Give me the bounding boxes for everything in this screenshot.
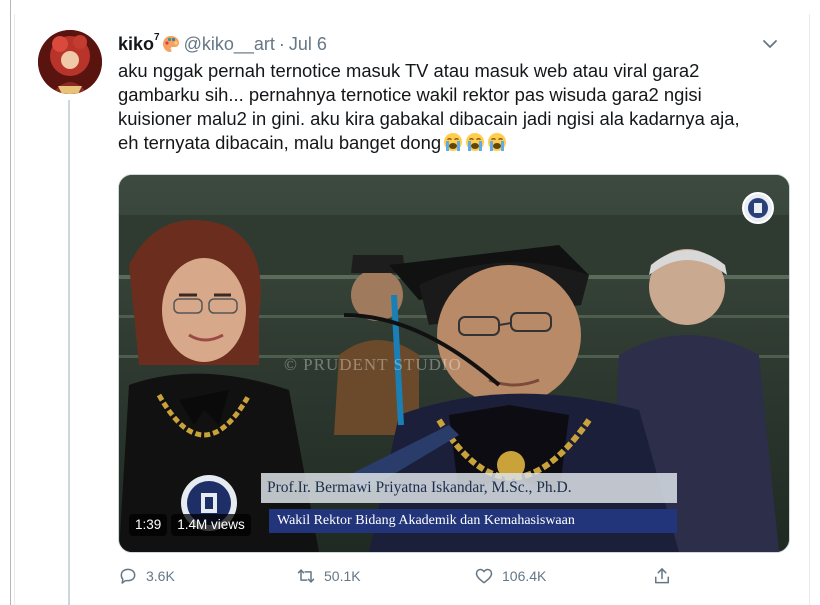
like-button[interactable]: 106.4K [474,566,546,586]
loudly-crying-face-emoji-icon [465,132,485,152]
loudly-crying-face-emoji-icon [443,132,463,152]
caption-title: Wakil Rektor Bidang Akademik dan Kemahas… [269,509,677,533]
user-handle[interactable]: @kiko__art [184,34,275,55]
tweet-actions: 3.6K 50.1K 106.4K [118,566,698,590]
name-superscript: 7 [154,31,160,43]
thread-line [68,100,70,605]
page-scroll-edge [10,0,11,605]
tweet-header: kiko 7 @kiko__art · Jul 6 [118,32,327,56]
like-count: 106.4K [502,568,547,584]
video-views: 1.4M views [171,514,251,536]
caption-name: Prof.Ir. Bermawi Priyatna Iskandar, M.Sc… [261,473,677,503]
share-button[interactable] [652,566,680,586]
tweet-text: aku nggak pernah ternotice masuk TV atau… [118,59,788,155]
retweet-count: 50.1K [324,568,361,584]
heart-icon [475,568,493,584]
video-duration: 1:39 [129,514,168,536]
tweet-date[interactable]: Jul 6 [289,34,327,55]
reply-count: 3.6K [146,568,175,584]
artist-palette-emoji-icon [162,35,180,53]
reply-icon [120,568,136,584]
video-badges: 1:39 1.4M views [129,514,251,536]
tweet-body: aku nggak pernah ternotice masuk TV atau… [118,60,740,153]
video-player[interactable]: © PRUDENT STUDIO Prof.Ir. Bermawi Priyat… [118,174,790,553]
reply-button[interactable]: 3.6K [118,566,175,586]
chevron-down-icon[interactable] [760,36,780,52]
loudly-crying-face-emoji-icon [487,132,507,152]
retweet-button[interactable]: 50.1K [296,566,361,586]
channel-logo-icon [741,191,775,225]
retweet-icon [297,569,315,583]
avatar[interactable] [38,30,102,94]
share-icon [655,568,669,584]
display-name[interactable]: kiko [118,34,154,55]
video-watermark: © PRUDENT STUDIO [284,355,462,374]
header-separator: · [278,33,285,54]
